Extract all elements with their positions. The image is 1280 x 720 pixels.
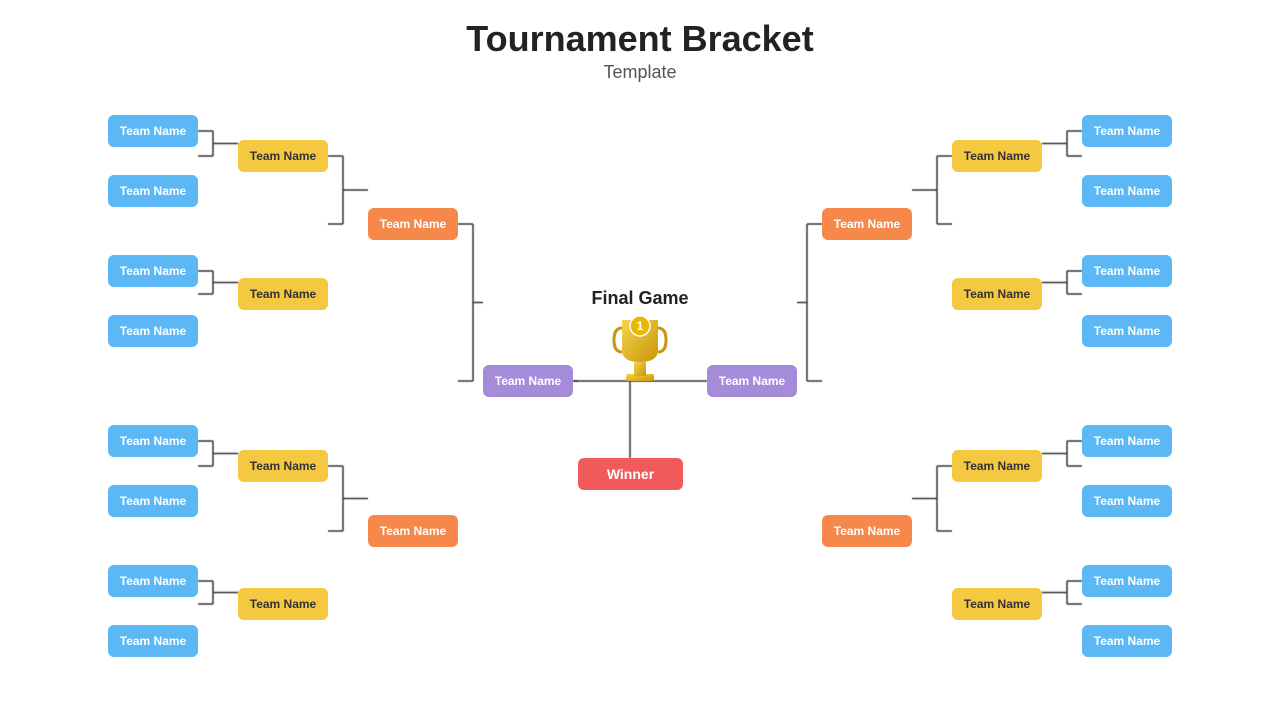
left-r1-t3[interactable]: Team Name: [108, 255, 198, 287]
right-r1-t7[interactable]: Team Name: [1082, 565, 1172, 597]
right-r1-t3[interactable]: Team Name: [1082, 255, 1172, 287]
left-r2-t2[interactable]: Team Name: [238, 278, 328, 310]
trophy: 1: [612, 310, 668, 385]
final-game-label: Final Game: [560, 288, 720, 309]
right-r2-t3[interactable]: Team Name: [952, 450, 1042, 482]
left-r1-t6[interactable]: Team Name: [108, 485, 198, 517]
right-r3-t1[interactable]: Team Name: [822, 208, 912, 240]
page: Tournament Bracket Template Team Name Te…: [0, 0, 1280, 720]
header: Tournament Bracket Template: [0, 0, 1280, 83]
right-r1-t4[interactable]: Team Name: [1082, 315, 1172, 347]
left-r2-t1[interactable]: Team Name: [238, 140, 328, 172]
right-r4-t1[interactable]: Team Name: [707, 365, 797, 397]
svg-text:1: 1: [637, 319, 644, 333]
page-title: Tournament Bracket: [0, 18, 1280, 60]
right-r2-t1[interactable]: Team Name: [952, 140, 1042, 172]
bracket-area: Team Name Team Name Team Name Team Name …: [0, 80, 1280, 710]
left-r2-t3[interactable]: Team Name: [238, 450, 328, 482]
left-r1-t7[interactable]: Team Name: [108, 565, 198, 597]
right-r2-t2[interactable]: Team Name: [952, 278, 1042, 310]
left-r1-t8[interactable]: Team Name: [108, 625, 198, 657]
right-r2-t4[interactable]: Team Name: [952, 588, 1042, 620]
right-r1-t1[interactable]: Team Name: [1082, 115, 1172, 147]
right-r1-t6[interactable]: Team Name: [1082, 485, 1172, 517]
left-r1-t1[interactable]: Team Name: [108, 115, 198, 147]
left-r1-t5[interactable]: Team Name: [108, 425, 198, 457]
left-r1-t4[interactable]: Team Name: [108, 315, 198, 347]
winner-box[interactable]: Winner: [578, 458, 683, 490]
right-r3-t2[interactable]: Team Name: [822, 515, 912, 547]
left-r3-t1[interactable]: Team Name: [368, 208, 458, 240]
right-r1-t8[interactable]: Team Name: [1082, 625, 1172, 657]
left-r1-t2[interactable]: Team Name: [108, 175, 198, 207]
left-r3-t2[interactable]: Team Name: [368, 515, 458, 547]
right-r1-t2[interactable]: Team Name: [1082, 175, 1172, 207]
right-r1-t5[interactable]: Team Name: [1082, 425, 1172, 457]
left-r4-t1[interactable]: Team Name: [483, 365, 573, 397]
left-r2-t4[interactable]: Team Name: [238, 588, 328, 620]
